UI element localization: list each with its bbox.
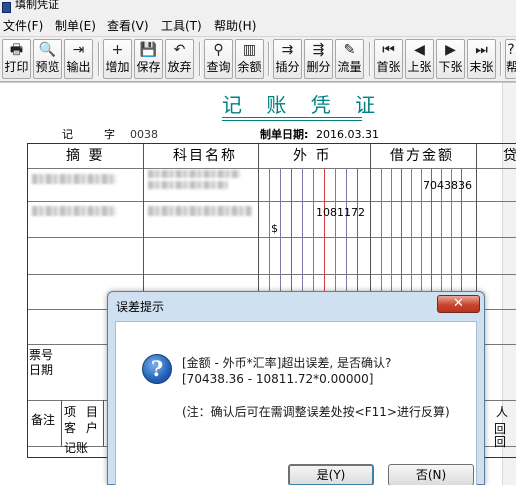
grid-line: [28, 274, 516, 275]
help-icon: ?: [507, 42, 515, 58]
first-voucher-button[interactable]: ⏮ 首张: [374, 39, 403, 79]
dialog-note: (注：确认后可在需调整误差处按<F11>进行反算): [182, 405, 450, 419]
grid-line: [28, 237, 516, 238]
date-label: 制单日期:: [260, 128, 309, 141]
last-icon: ⏭: [475, 42, 488, 58]
add-button[interactable]: + 增加: [103, 39, 132, 79]
bar-chart-icon: ▥: [242, 42, 257, 58]
voucher-title: 记 账 凭 证: [222, 93, 385, 117]
preview-button[interactable]: 🔍 预览: [33, 39, 62, 79]
grid-line: [28, 168, 516, 169]
prev-icon: ◀: [414, 42, 425, 58]
add-icon: +: [111, 42, 124, 58]
voucher-type[interactable]: 记: [62, 128, 73, 141]
grid-line: [28, 201, 516, 202]
col-account: 科目名称: [173, 148, 237, 164]
voucher-word-label: 字: [104, 128, 115, 141]
menu-help[interactable]: 帮助(H): [214, 19, 256, 33]
dialog-message-line-2: [70438.36 - 10811.72*0.00000]: [182, 372, 374, 386]
preview-icon: 🔍: [38, 42, 57, 58]
undo-icon: ↶: [173, 42, 186, 58]
menu-bar: 文件(F) 制单(E) 查看(V) 工具(T) 帮助(H): [0, 15, 516, 37]
debit-amount-row-1[interactable]: 7043836: [423, 180, 472, 192]
prev-voucher-button[interactable]: ◀ 上张: [405, 39, 434, 79]
printer-icon: 🖶: [9, 42, 24, 58]
date-row-label: 日期: [29, 363, 54, 377]
ticket-label: 票号: [29, 348, 54, 362]
discard-button[interactable]: ↶ 放弃: [165, 39, 194, 79]
delete-row-icon: ⇶: [312, 42, 325, 58]
title-underline: [222, 117, 362, 121]
menu-tools[interactable]: 工具(T): [161, 19, 202, 33]
error-dialog: 误差提示 ✕ ? [金额 - 外币*汇率]超出误差, 是否确认? [70438.…: [107, 291, 485, 485]
project-label: 项 目: [64, 405, 101, 419]
grid-line: [61, 400, 62, 446]
next-voucher-button[interactable]: ▶ 下张: [436, 39, 465, 79]
edit-pen-icon: ✎: [343, 42, 356, 58]
dialog-body: ? [金额 - 外币*汇率]超出误差, 是否确认? [70438.36 - 10…: [115, 321, 477, 485]
cash-flow-button[interactable]: ✎ 流量: [335, 39, 364, 79]
first-icon: ⏮: [382, 42, 395, 58]
currency-symbol: $: [271, 222, 278, 235]
menu-file[interactable]: 文件(F): [3, 19, 43, 33]
col-debit: 借方金额: [390, 148, 454, 164]
export-button[interactable]: ⇥ 输出: [64, 39, 93, 79]
foreign-amount-row-2[interactable]: 1081172: [316, 207, 365, 219]
question-icon: ?: [142, 354, 172, 384]
voucher-number: 0038: [130, 128, 158, 141]
close-icon[interactable]: ✕: [437, 295, 480, 313]
col-foreign: 外 币: [293, 148, 332, 164]
toolbar-separator: [369, 42, 371, 76]
account-row-2[interactable]: [148, 206, 252, 216]
summary-row-1[interactable]: [32, 174, 116, 184]
toolbar-separator: [98, 42, 100, 76]
window-title: 填制凭证: [15, 0, 59, 11]
toolbar-separator: [199, 42, 201, 76]
voucher-date[interactable]: 2016.03.31: [316, 128, 379, 141]
print-button[interactable]: 🖶 打印: [2, 39, 31, 79]
last-voucher-button[interactable]: ⏭ 末张: [467, 39, 496, 79]
save-icon: 💾: [139, 42, 158, 58]
save-button[interactable]: 💾 保存: [134, 39, 163, 79]
toolbar: 🖶 打印 🔍 预览 ⇥ 输出 + 增加 💾 保存 ↶ 放弃 ⚲ 查询 ▥ 余额 ⇉ 插分 ⇶ 删分 …: [0, 37, 516, 82]
col-summary: 摘 要: [66, 148, 105, 164]
dialog-title: 误差提示: [116, 300, 165, 314]
summary-row-2[interactable]: [32, 206, 116, 216]
no-button[interactable]: 否(N): [388, 464, 474, 485]
menu-edit[interactable]: 制单(E): [55, 19, 96, 33]
insert-split-button[interactable]: ⇉ 插分: [273, 39, 302, 79]
query-button[interactable]: ⚲ 查询: [204, 39, 233, 79]
toolbar-separator: [500, 42, 502, 76]
bookkeeper-label: 记账: [64, 441, 89, 455]
toolbar-separator: [268, 42, 270, 76]
col-credit: 贷: [503, 148, 516, 164]
binoculars-icon: ⚲: [213, 42, 224, 58]
next-icon: ▶: [445, 42, 456, 58]
grid-line: [103, 400, 104, 446]
account-row-1[interactable]: [148, 170, 240, 178]
export-icon: ⇥: [72, 42, 85, 58]
yes-button[interactable]: 是(Y): [288, 464, 374, 485]
delete-split-button[interactable]: ⇶ 删分: [304, 39, 333, 79]
help-button[interactable]: ?帮: [505, 39, 516, 79]
right-label-3: 回: [494, 435, 507, 449]
insert-row-icon: ⇉: [281, 42, 294, 58]
right-label-1: 人: [496, 405, 509, 419]
customer-label: 客 户: [64, 421, 101, 435]
remark-label: 备注: [31, 413, 56, 427]
menu-view[interactable]: 查看(V): [107, 19, 149, 33]
app-icon: [2, 2, 11, 13]
account-row-1[interactable]: [148, 181, 228, 189]
dialog-message-line-1: [金额 - 外币*汇率]超出误差, 是否确认?: [182, 356, 392, 370]
title-bar: 填制凭证: [0, 0, 516, 15]
balance-button[interactable]: ▥ 余额: [235, 39, 264, 79]
